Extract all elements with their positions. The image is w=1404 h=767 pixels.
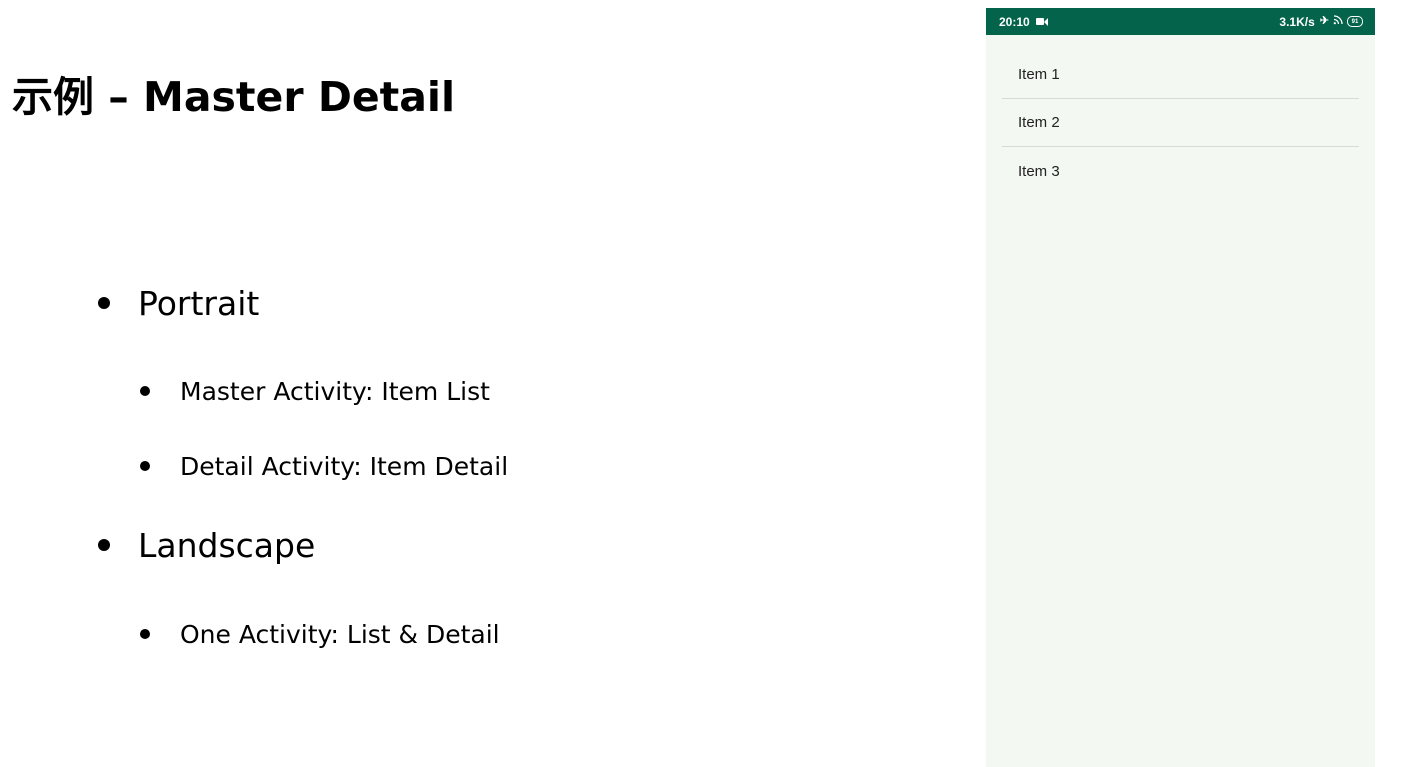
bullet-text: Portrait <box>138 283 260 323</box>
bullet-text: Detail Activity: Item Detail <box>180 451 509 481</box>
bullet-dot-icon <box>140 629 150 639</box>
bullet-text: One Activity: List & Detail <box>180 619 500 649</box>
bullet-portrait: Portrait <box>98 281 259 325</box>
bullet-dot-icon <box>140 386 150 396</box>
bullet-text: Master Activity: Item List <box>180 376 490 406</box>
list-item[interactable]: Item 2 <box>1002 99 1359 147</box>
airplane-mode-icon: ✈ <box>1319 15 1329 27</box>
battery-icon: 91 <box>1347 16 1363 27</box>
status-bar-left: 20:10 <box>999 15 1048 29</box>
status-bar: 20:10 3.1K/s ✈ 91 <box>986 8 1375 35</box>
bullet-landscape: Landscape <box>98 523 315 567</box>
sub-bullet-detail-activity: Detail Activity: Item Detail <box>140 448 508 484</box>
bullet-text: Landscape <box>138 525 316 565</box>
status-time: 20:10 <box>999 14 1030 29</box>
video-camera-icon <box>1035 17 1048 26</box>
bullet-list: Portrait Master Activity: Item List Deta… <box>0 0 960 767</box>
wifi-icon <box>1333 15 1343 28</box>
status-bar-right: 3.1K/s ✈ 91 <box>1279 15 1363 29</box>
sub-bullet-one-activity: One Activity: List & Detail <box>140 616 500 652</box>
item-list: Item 1 Item 2 Item 3 <box>1002 51 1359 195</box>
phone-screenshot: 20:10 3.1K/s ✈ 91 Item 1 Item 2 Item 3 <box>986 8 1375 767</box>
bullet-dot-icon <box>98 297 110 309</box>
list-item[interactable]: Item 1 <box>1002 51 1359 99</box>
network-speed: 3.1K/s <box>1279 14 1315 29</box>
sub-bullet-master-activity: Master Activity: Item List <box>140 373 490 409</box>
bullet-dot-icon <box>98 539 110 551</box>
list-item[interactable]: Item 3 <box>1002 147 1359 195</box>
bullet-dot-icon <box>140 461 150 471</box>
